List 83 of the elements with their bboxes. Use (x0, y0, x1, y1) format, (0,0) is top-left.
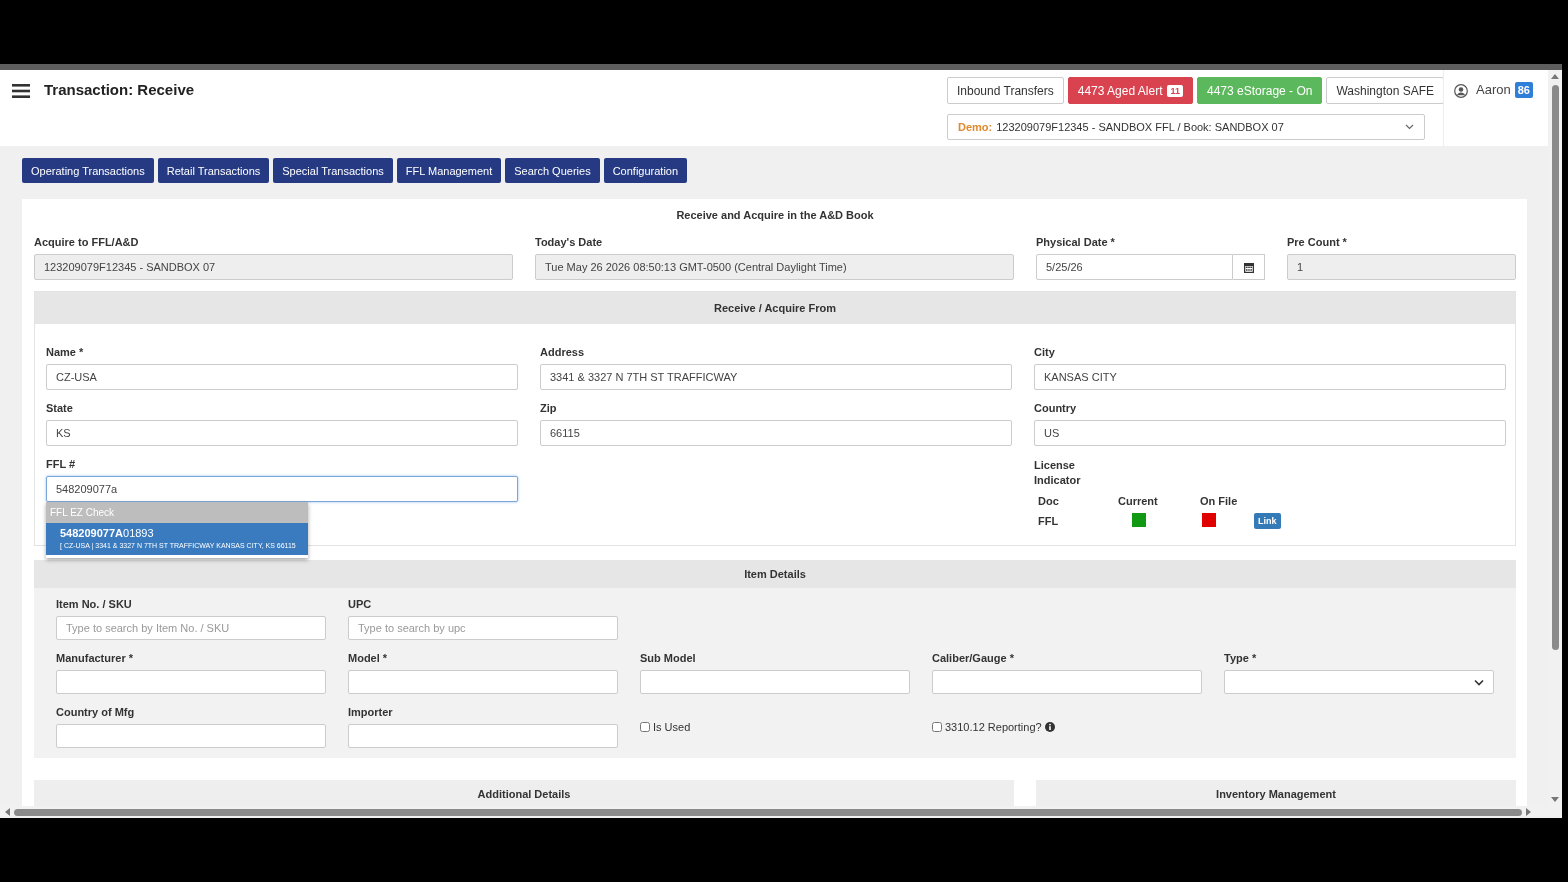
column-header: Doc (1038, 495, 1059, 507)
field-label: Address (540, 346, 586, 359)
book-select[interactable]: Demo: 123209079F12345 - SANDBOX FFL / Book: SANDBOX 07 (947, 114, 1425, 140)
input-field[interactable]: CZ-USA (46, 364, 518, 390)
scrollbar-thumb[interactable] (1551, 85, 1559, 650)
field-label: Sub Model (640, 652, 697, 665)
field-label: Item No. / SKU (56, 598, 133, 611)
field-label: City (1034, 346, 1056, 359)
input-field[interactable] (348, 670, 618, 694)
field-label: Type * (1224, 652, 1258, 665)
readonly-field: 123209079F12345 - SANDBOX 07 (34, 254, 513, 280)
field-label: Physical Date * (1036, 236, 1116, 249)
horizontal-scrollbar[interactable] (0, 806, 1562, 818)
readonly-field: Tue May 26 2026 08:50:13 GMT-0500 (Central Daylight Time) (535, 254, 1014, 280)
field-label: FFL # (46, 458, 77, 471)
left-arrow-icon[interactable] (4, 808, 10, 816)
field-label: Country of Mfg (56, 706, 136, 719)
field-label: Model * (348, 652, 389, 665)
count-badge: 11 (1167, 84, 1183, 97)
field-label: Importer (348, 706, 394, 719)
chevron-icon (1405, 124, 1414, 130)
input-field[interactable] (56, 724, 326, 748)
down-arrow-icon[interactable] (1551, 797, 1559, 803)
scrollbar-thumb[interactable] (14, 808, 1522, 816)
user-icon (1454, 84, 1468, 98)
up-arrow-icon[interactable] (1551, 73, 1559, 79)
section-title: Item Details (744, 568, 806, 580)
nav-tab[interactable]: Search Queries (505, 158, 600, 183)
input-field[interactable]: 548209077a (46, 476, 518, 502)
field-label: Today's Date (535, 236, 604, 249)
info-icon[interactable] (1044, 722, 1055, 732)
nav-tab[interactable]: Special Transactions (273, 158, 393, 183)
page-title: Transaction: Receive (44, 80, 195, 100)
input-field[interactable] (932, 670, 1202, 694)
nav-tab[interactable]: FFL Management (396, 158, 502, 183)
checkbox-label: Is Used (653, 721, 691, 733)
section-label: License Indicator (1034, 458, 1082, 488)
field-label: Acquire to FFL/A&D (34, 236, 140, 249)
right-arrow-icon[interactable] (1526, 808, 1532, 816)
header-button[interactable]: Washington SAFE (1326, 77, 1444, 104)
doc-label: FFL (1038, 515, 1059, 527)
suggestion-title: 548209077A01893 (60, 526, 155, 541)
input-field[interactable] (348, 724, 618, 748)
field-label: UPC (348, 598, 373, 611)
chevron-icon (1474, 678, 1484, 686)
menu-icon[interactable] (12, 83, 30, 99)
user-name[interactable]: Aaron (1476, 82, 1511, 97)
calendar-icon (1243, 261, 1254, 273)
checkbox[interactable] (640, 722, 650, 732)
link-button[interactable]: Link (1254, 513, 1281, 529)
checkbox[interactable] (932, 722, 942, 732)
form-title: Receive and Acquire in the A&D Book (675, 209, 875, 221)
nav-tab[interactable]: Operating Transactions (22, 158, 154, 183)
input-field[interactable]: KANSAS CITY (1034, 364, 1506, 390)
readonly-field: 1 (1287, 254, 1516, 280)
nav-tab[interactable]: Configuration (603, 158, 688, 183)
input-field[interactable]: 66115 (540, 420, 1012, 446)
field-label: Name * (46, 346, 85, 359)
type-select[interactable] (1224, 670, 1494, 694)
field-label: State (46, 402, 74, 415)
date-field[interactable]: 5/25/26 (1036, 254, 1233, 280)
input-field[interactable]: 3341 & 3327 N 7TH ST TRAFFICWAY (540, 364, 1012, 390)
field-label: Manufacturer * (56, 652, 135, 665)
field-label: Country (1034, 402, 1078, 415)
header-button[interactable]: 4473 Aged Alert 11 (1067, 77, 1193, 104)
nav-tab[interactable]: Retail Transactions (157, 158, 270, 183)
input-field[interactable] (640, 670, 910, 694)
field-label: Pre Count * (1287, 236, 1348, 249)
input-field[interactable]: KS (46, 420, 518, 446)
column-header: Current (1118, 495, 1158, 507)
calendar-button[interactable] (1233, 254, 1265, 280)
input-field[interactable]: US (1034, 420, 1506, 446)
section-header: Additional Details (34, 780, 1014, 806)
count-badge: 86 (1514, 82, 1533, 98)
checkbox-label: 3310.12 Reporting? (945, 721, 1042, 733)
section-header: Inventory Management (1036, 780, 1516, 806)
input-field[interactable] (56, 670, 326, 694)
header-button[interactable]: Inbound Transfers (947, 77, 1064, 104)
field-label: Caliber/Gauge * (932, 652, 1015, 665)
column-header: On File (1200, 495, 1238, 507)
dropdown-header: FFL EZ Check (46, 502, 308, 523)
section-title: Receive / Acquire From (714, 302, 836, 314)
field-label: Zip (540, 402, 558, 415)
